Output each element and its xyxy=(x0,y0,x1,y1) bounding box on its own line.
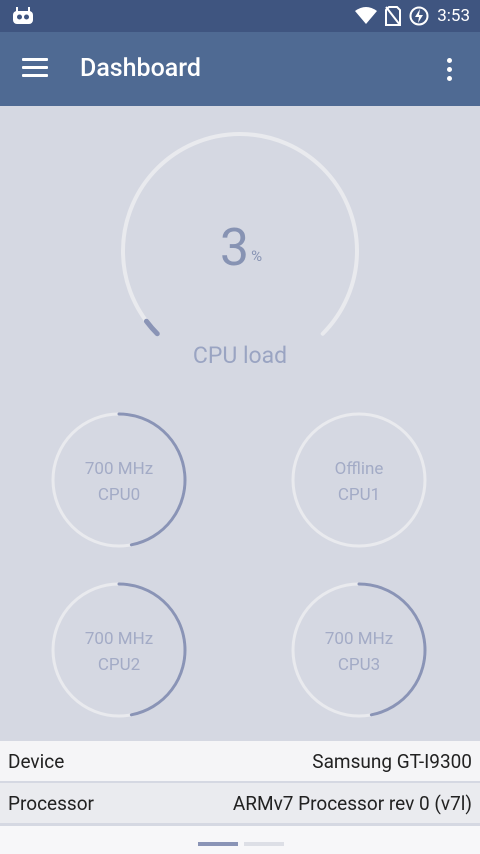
battery-charging-icon xyxy=(409,6,429,26)
cpu-load-value: 3% xyxy=(219,217,263,278)
core-ring xyxy=(51,412,187,548)
processor-value: ARMv7 Processor rev 0 (v7l) xyxy=(232,791,472,815)
device-row: Device Samsung GT-I9300 xyxy=(0,741,480,781)
core-name: CPU3 xyxy=(337,655,381,675)
menu-icon[interactable] xyxy=(22,56,52,80)
notification-bot-icon xyxy=(13,7,33,24)
core-gauge-cpu0: 700 MHz CPU0 xyxy=(50,411,188,549)
core-fill xyxy=(117,412,187,547)
core-ring xyxy=(291,582,427,718)
processor-label: Processor xyxy=(8,791,94,815)
core-name: CPU1 xyxy=(337,485,381,505)
page-indicator-dot-active[interactable] xyxy=(198,842,238,846)
cpu-load-fill xyxy=(143,318,160,337)
core-frequency: 700 MHz xyxy=(84,459,154,479)
core-name: CPU0 xyxy=(97,485,141,505)
device-label: Device xyxy=(8,749,65,773)
clock: 3:53 xyxy=(437,6,470,26)
core-frequency: 700 MHz xyxy=(84,629,154,649)
app-bar: Dashboard xyxy=(0,32,480,106)
core-fill xyxy=(117,582,187,717)
wifi-icon xyxy=(355,7,378,24)
processor-row: Processor ARMv7 Processor rev 0 (v7l) xyxy=(0,783,480,823)
core-fill xyxy=(357,582,427,717)
core-gauge-cpu1: Offline CPU1 xyxy=(290,411,428,549)
overflow-menu-icon[interactable] xyxy=(438,56,462,84)
core-ring xyxy=(291,412,427,548)
cpu-load-gauge: 3% CPU load xyxy=(119,130,361,372)
core-gauge-cpu3: 700 MHz CPU3 xyxy=(290,581,428,719)
bottom-panel xyxy=(0,826,480,854)
core-ring xyxy=(51,582,187,718)
page-title: Dashboard xyxy=(80,54,201,83)
no-sim-icon xyxy=(385,6,402,26)
core-frequency: Offline xyxy=(334,459,384,479)
status-bar: 3:53 xyxy=(0,0,480,32)
page-indicator-dot[interactable] xyxy=(244,842,284,846)
core-frequency: 700 MHz xyxy=(324,629,394,649)
page-indicator xyxy=(198,842,284,846)
core-gauge-cpu2: 700 MHz CPU2 xyxy=(50,581,188,719)
device-value: Samsung GT-I9300 xyxy=(312,749,472,773)
cpu-load-label: CPU load xyxy=(192,342,288,369)
core-name: CPU2 xyxy=(97,655,141,675)
